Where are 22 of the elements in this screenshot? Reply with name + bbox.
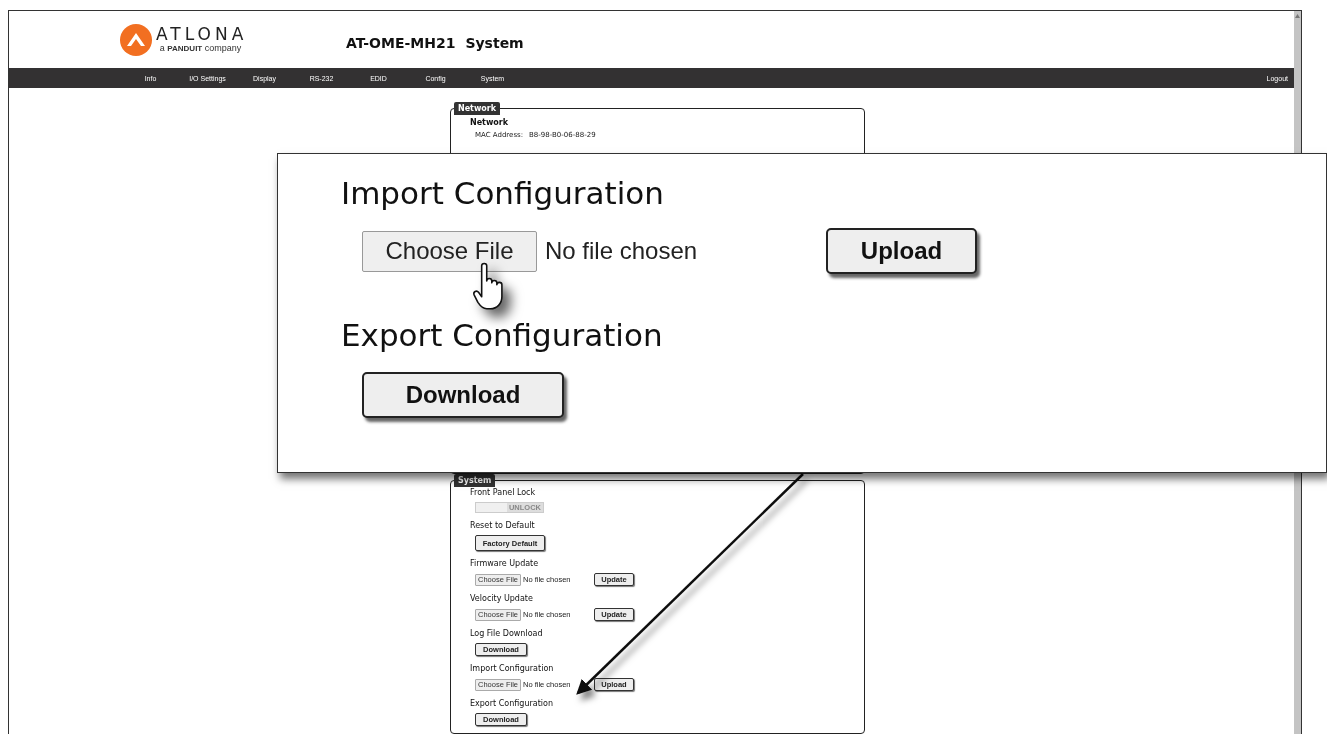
section-heading: Import Configuration [470, 663, 555, 674]
section-heading: Firmware Update [470, 558, 540, 569]
logo-icon [120, 23, 152, 56]
download-button[interactable]: Download [362, 372, 564, 418]
section-heading: Network [470, 118, 510, 127]
page-title: System [465, 34, 524, 51]
logo-tagline: a PANDUIT company [159, 43, 242, 54]
file-status: No file chosen [545, 237, 699, 265]
panel-legend: System [454, 474, 496, 487]
upload-button[interactable]: Upload [826, 228, 977, 274]
panel-legend: Network [454, 102, 501, 115]
section-heading: Export Configuration [341, 316, 664, 355]
section-heading: Export Configuration [470, 698, 554, 709]
section-heading: Velocity Update [470, 593, 534, 604]
section-heading: Reset to Default [470, 520, 536, 531]
section-heading: Log File Download [470, 628, 544, 639]
choose-file-button[interactable]: Choose File [362, 230, 537, 272]
logo-wordmark: ATLONA [156, 25, 248, 43]
section-heading: Front Panel Lock [470, 487, 537, 498]
device-name: AT-OME-MH21 [346, 34, 456, 51]
scroll-up-icon[interactable] [1295, 14, 1300, 18]
section-heading: Import Configuration [341, 174, 665, 213]
